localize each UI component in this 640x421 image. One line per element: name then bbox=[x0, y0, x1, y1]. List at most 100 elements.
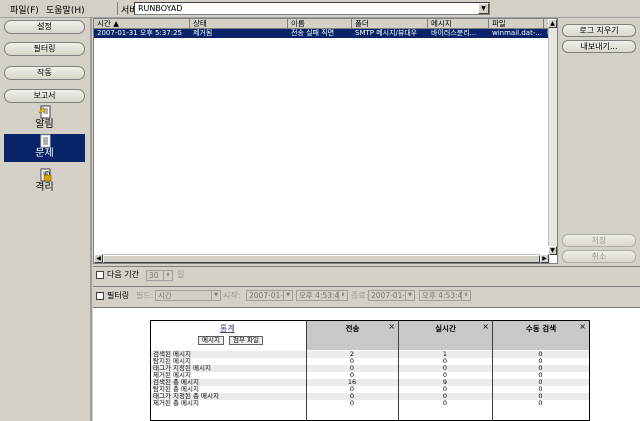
field-select-value: 시간 bbox=[158, 291, 172, 300]
column-divider bbox=[492, 350, 493, 421]
stats-row: 태그가 지정된 총 메시지 0 0 0 bbox=[151, 393, 589, 400]
tab-attachments[interactable]: 첨부 파일 bbox=[229, 336, 263, 345]
grid-header: 시간 ▲ 상태 이름 폴더 메시지 파일 문 bbox=[94, 19, 550, 29]
alert-doc-icon bbox=[37, 105, 50, 119]
nav-reports-button[interactable]: 보고서 bbox=[4, 89, 85, 103]
stepper-arrows-icon[interactable]: ⬍ bbox=[461, 291, 470, 300]
report-item-quarantine[interactable]: 격리 bbox=[4, 168, 85, 196]
field-select[interactable]: 시간 ▼ bbox=[155, 290, 221, 301]
cell-file: winmail.dat-... bbox=[492, 29, 543, 37]
tab-messages[interactable]: 메시지 bbox=[198, 336, 224, 345]
menu-divider bbox=[117, 2, 118, 15]
save-button[interactable]: 저장 bbox=[562, 234, 636, 247]
clear-log-button[interactable]: 로그 지우기 bbox=[562, 24, 636, 37]
stats-row: 검색된 메시지 2 1 0 bbox=[151, 351, 589, 358]
statistics-table: 통계 메시지 첨부 파일 전송 × 실시간 × 수동 검색 × 검색된 메시지 … bbox=[150, 320, 590, 421]
chevron-down-icon[interactable]: ▼ bbox=[211, 291, 220, 300]
filter-checkbox[interactable] bbox=[96, 292, 104, 300]
export-button[interactable]: 내보내기... bbox=[562, 40, 636, 53]
cell-name: 전송 실패 직면 bbox=[291, 29, 335, 37]
col-header-time[interactable]: 시간 ▲ bbox=[94, 19, 190, 29]
col-transfer-label: 전송 bbox=[345, 324, 360, 333]
col-header-realtime: 실시간 × bbox=[398, 321, 492, 350]
stats-row: 검색된 총 메시지 16 9 0 bbox=[151, 379, 589, 386]
chevron-down-icon[interactable]: ▼ bbox=[478, 3, 489, 14]
stats-value: 0 bbox=[538, 399, 543, 407]
quarantine-doc-icon bbox=[40, 168, 51, 182]
menu-file[interactable]: 파일(F) bbox=[10, 3, 39, 16]
scroll-up-icon[interactable]: ▲ bbox=[548, 19, 557, 28]
cancel-label: 취소 bbox=[591, 252, 607, 261]
problem-doc-icon bbox=[40, 134, 50, 148]
stepper-arrows-icon[interactable]: ⬍ bbox=[163, 271, 172, 280]
cell-message: 바이러스분리... bbox=[431, 29, 477, 37]
col-header-name[interactable]: 이름 bbox=[288, 19, 352, 29]
menu-help[interactable]: 도움말(H) bbox=[46, 3, 85, 16]
sort-asc-icon: ▲ bbox=[113, 19, 119, 28]
report-problem-label: 문제 bbox=[35, 148, 54, 159]
report-item-alert[interactable]: 알림 bbox=[4, 105, 85, 133]
col-header-transfer: 전송 × bbox=[306, 321, 398, 350]
divider bbox=[93, 286, 640, 287]
report-alert-label: 알림 bbox=[35, 119, 54, 130]
col-time-label: 시간 bbox=[97, 19, 111, 28]
server-select[interactable]: RUNBOYAD ▼ bbox=[134, 2, 490, 15]
menu-bar: 파일(F) 도움말(H) 서버 RUNBOYAD ▼ bbox=[0, 0, 640, 18]
clear-log-label: 로그 지우기 bbox=[579, 26, 619, 35]
table-row[interactable]: 2007-01-31 오후 5:37:25 제거됨 전송 실패 직면 SMTP … bbox=[94, 29, 550, 38]
cancel-button[interactable]: 취소 bbox=[562, 250, 636, 263]
nav-filter-button[interactable]: 필터링 bbox=[4, 42, 85, 56]
nav-settings-label: 설정 bbox=[37, 22, 52, 31]
horizontal-scrollbar[interactable]: ◀ ▶ bbox=[94, 254, 550, 263]
close-icon[interactable]: × bbox=[388, 322, 395, 331]
close-icon[interactable]: × bbox=[482, 322, 489, 331]
col-header-message[interactable]: 메시지 bbox=[428, 19, 489, 29]
cell-status: 제거됨 bbox=[193, 29, 213, 37]
filter-label: 필터링 bbox=[107, 291, 130, 300]
server-value: RUNBOYAD bbox=[138, 4, 183, 13]
vertical-scrollbar[interactable]: ▲ ▼ bbox=[548, 19, 557, 255]
col-manual-label: 수동 검색 bbox=[525, 324, 557, 333]
export-label: 내보내기... bbox=[580, 42, 618, 51]
end-time-stepper[interactable]: 오후 4:53:4 ⬍ bbox=[419, 290, 471, 301]
stats-row: 제거된 메시지 0 0 0 bbox=[151, 372, 589, 379]
start-date-picker[interactable]: 2007-01-31 ▼ bbox=[246, 290, 293, 301]
end-date-picker[interactable]: 2007-01-31 ▼ bbox=[368, 290, 415, 301]
end-label: 종료: bbox=[351, 291, 369, 300]
nav-settings-button[interactable]: 설정 bbox=[4, 20, 85, 34]
stats-row: 제거된 총 메시지 0 0 0 bbox=[151, 400, 589, 407]
period-stepper[interactable]: 30 ⬍ bbox=[146, 270, 173, 281]
chevron-down-icon[interactable]: ▼ bbox=[283, 291, 292, 300]
left-nav-panel: 설정 필터링 작동 보고서 알림 문제 격리 bbox=[0, 18, 90, 421]
cell-folder: SMTP 메시지/뷰대우 bbox=[355, 29, 418, 37]
column-divider bbox=[398, 350, 399, 421]
col-header-manual: 수동 검색 × bbox=[492, 321, 589, 350]
stepper-arrows-icon[interactable]: ⬍ bbox=[338, 291, 347, 300]
chevron-down-icon[interactable]: ▼ bbox=[405, 291, 414, 300]
stats-value: 0 bbox=[349, 399, 355, 407]
report-item-problem[interactable]: 문제 bbox=[4, 134, 85, 162]
nav-operation-button[interactable]: 작동 bbox=[4, 66, 85, 80]
col-header-file[interactable]: 파일 bbox=[489, 19, 544, 29]
stats-row-label: 제거된 총 메시지 bbox=[153, 399, 199, 407]
col-header-folder[interactable]: 폴더 bbox=[352, 19, 428, 29]
stats-title: 통계 bbox=[220, 324, 235, 333]
nav-operation-label: 작동 bbox=[37, 68, 52, 77]
close-icon[interactable]: × bbox=[579, 322, 586, 331]
period-checkbox[interactable] bbox=[96, 271, 104, 279]
col-realtime-label: 실시간 bbox=[435, 324, 456, 333]
stats-row: 탐지된 메시지 0 0 0 bbox=[151, 358, 589, 365]
end-time-value: 오후 4:53:4 bbox=[422, 291, 463, 300]
scroll-thumb[interactable] bbox=[103, 255, 540, 263]
field-label: 필드: bbox=[136, 291, 154, 300]
divider bbox=[93, 266, 640, 267]
stats-value: 0 bbox=[442, 399, 448, 407]
scroll-right-icon[interactable]: ▶ bbox=[540, 254, 549, 263]
start-time-stepper[interactable]: 오후 4:53:4 ⬍ bbox=[296, 290, 348, 301]
col-header-status[interactable]: 상태 bbox=[190, 19, 288, 29]
scroll-left-icon[interactable]: ◀ bbox=[94, 254, 103, 263]
period-value: 30 bbox=[149, 271, 159, 280]
log-grid: 시간 ▲ 상태 이름 폴더 메시지 파일 문 2007-01-31 오후 5:3… bbox=[93, 18, 558, 264]
panel-splitter[interactable] bbox=[90, 18, 92, 421]
report-quarantine-label: 격리 bbox=[35, 182, 54, 193]
